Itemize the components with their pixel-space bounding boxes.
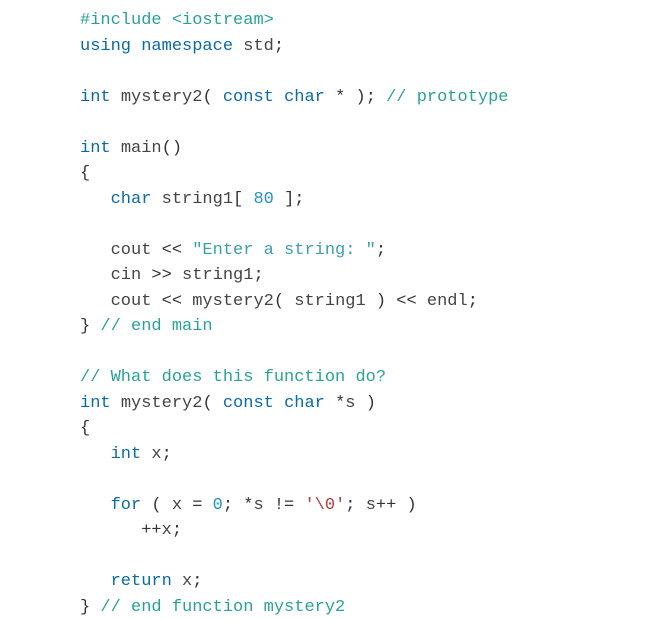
ident-std: std [243, 37, 274, 56]
keyword-const: const [223, 88, 274, 107]
code-block: #include <iostream> using namespace std;… [80, 8, 665, 620]
ident-cin: cin [111, 266, 142, 285]
ident-string1: string1 [162, 190, 233, 209]
char-nul: '\0' [304, 496, 345, 515]
literal-0: 0 [213, 496, 223, 515]
comment-end-main: // end main [100, 317, 212, 336]
literal-80: 80 [253, 190, 273, 209]
ident-main: main [121, 139, 162, 158]
comment-prototype: // prototype [386, 88, 508, 107]
ident-cout: cout [111, 241, 152, 260]
keyword-char: char [284, 88, 325, 107]
ident-endl: endl [427, 292, 468, 311]
keyword-int: int [80, 88, 111, 107]
keyword-using: using [80, 37, 131, 56]
keyword-int: int [80, 139, 111, 158]
keyword-return: return [111, 572, 172, 591]
comment-end-function: // end function mystery2 [100, 598, 345, 617]
comment-what-does: // What does this function do? [80, 368, 386, 387]
ident-x: x [151, 445, 161, 464]
ident-mystery2: mystery2 [121, 88, 203, 107]
keyword-for: for [111, 496, 142, 515]
ident-s: s [345, 394, 355, 413]
preprocessor: #include <iostream> [80, 11, 274, 30]
keyword-namespace: namespace [141, 37, 233, 56]
keyword-char: char [111, 190, 152, 209]
string-prompt: "Enter a string: " [192, 241, 376, 260]
